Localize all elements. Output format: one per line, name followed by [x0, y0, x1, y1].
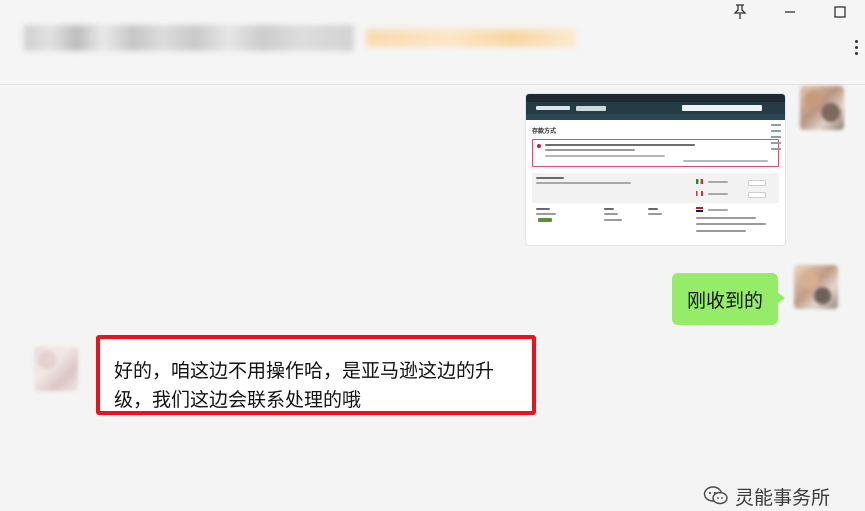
- maximize-button[interactable]: [815, 0, 865, 24]
- pin-button[interactable]: [715, 0, 765, 24]
- window-controls: [715, 0, 865, 24]
- image-message[interactable]: 存款方式: [526, 94, 785, 245]
- message-text: 好的，咱这边不用操作哈，是亚马逊这边的升级，我们这边会联系处理的哦: [114, 360, 495, 411]
- message-text: 刚收到的: [687, 289, 764, 312]
- image-heading: 存款方式: [532, 128, 557, 135]
- pin-icon: [733, 4, 747, 19]
- watermark-text: 灵能事务所: [735, 486, 831, 509]
- avatar[interactable]: [800, 86, 844, 130]
- avatar[interactable]: [34, 347, 78, 391]
- title-bar: [0, 0, 865, 85]
- outgoing-message-bubble[interactable]: 刚收到的: [672, 273, 786, 325]
- wechat-icon: [703, 486, 728, 505]
- title-blur-block: [24, 25, 354, 51]
- avatar[interactable]: [794, 265, 838, 309]
- chat-title-obscured: [24, 24, 576, 52]
- title-blur-highlight: [366, 29, 576, 47]
- minimize-icon: [785, 11, 795, 13]
- watermark: 灵能事务所: [703, 481, 830, 511]
- highlighted-incoming-message[interactable]: 好的，咱这边不用操作哈，是亚马逊这边的升级，我们这边会联系处理的哦: [96, 335, 536, 415]
- maximize-icon: [834, 6, 846, 18]
- chat-area[interactable]: 存款方式 刚收到的 好的，咱这边不用操作哈，是亚马逊这边的升级，我们这边会联系处…: [0, 85, 865, 509]
- minimize-button[interactable]: [765, 0, 815, 24]
- more-icon[interactable]: [851, 40, 861, 55]
